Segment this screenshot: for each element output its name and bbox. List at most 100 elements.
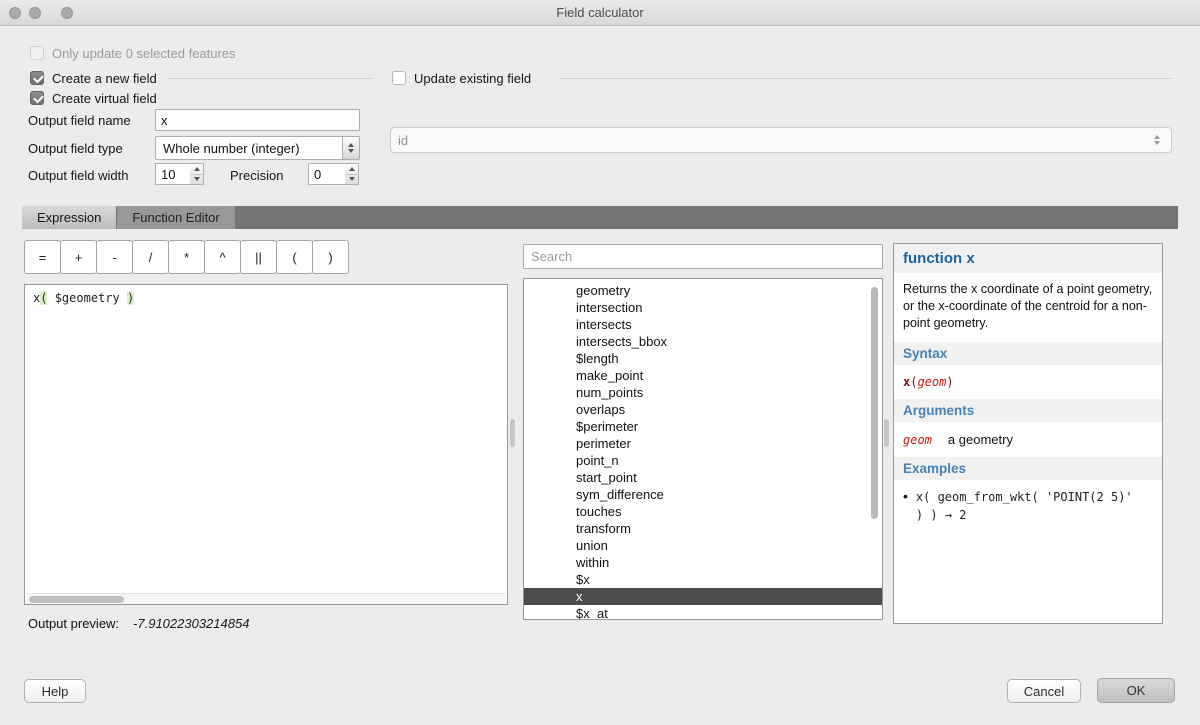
operator-button[interactable]: (	[276, 240, 313, 274]
precision-label: Precision	[230, 168, 283, 183]
function-list-item[interactable]: $x_at	[524, 605, 882, 620]
function-list-item[interactable]: sym_difference	[524, 486, 882, 503]
examples-section: x( geom_from_wkt( 'POINT(2 5)' ) ) → 2	[894, 480, 1162, 533]
function-list[interactable]: geometryintersectionintersectsintersects…	[523, 278, 883, 620]
update-existing-field-label: Update existing field	[414, 71, 531, 86]
function-list-item[interactable]: $length	[524, 350, 882, 367]
example-item: x( geom_from_wkt( 'POINT(2 5)' ) ) → 2	[903, 488, 1153, 525]
tab-function-editor[interactable]: Function Editor	[117, 206, 234, 229]
operator-button[interactable]: -	[96, 240, 133, 274]
output-field-name-label: Output field name	[28, 113, 131, 128]
function-list-item[interactable]: intersects	[524, 316, 882, 333]
operator-button[interactable]: =	[24, 240, 61, 274]
operator-button[interactable]: /	[132, 240, 169, 274]
combo-stepper-icon	[342, 137, 359, 159]
operator-button[interactable]: *	[168, 240, 205, 274]
help-description: Returns the x coordinate of a point geom…	[894, 273, 1162, 342]
precision-input[interactable]	[308, 163, 346, 185]
function-list-item[interactable]: make_point	[524, 367, 882, 384]
minimize-window-icon[interactable]	[29, 7, 41, 19]
close-paren-token: )	[127, 291, 134, 305]
horizontal-scrollbar-thumb[interactable]	[29, 596, 124, 603]
output-field-width-stepper[interactable]	[190, 163, 204, 185]
tab-bar: Expression Function Editor	[22, 206, 1178, 229]
function-list-item[interactable]: $x	[524, 571, 882, 588]
function-list-item[interactable]: x	[524, 588, 882, 605]
arguments-heading: Arguments	[894, 399, 1162, 422]
create-new-field-label: Create a new field	[52, 71, 157, 86]
left-splitter-handle[interactable]	[510, 419, 515, 447]
function-list-item[interactable]: intersects_bbox	[524, 333, 882, 350]
output-field-type-label: Output field type	[28, 141, 123, 156]
existing-field-value: id	[391, 133, 1147, 148]
output-field-width-input[interactable]	[155, 163, 191, 185]
expression-argument-token: $geometry	[47, 291, 126, 305]
function-list-item[interactable]: $perimeter	[524, 418, 882, 435]
update-existing-field-divider	[560, 78, 1172, 79]
expression-code: x( $geometry )	[25, 285, 507, 311]
function-list-item[interactable]: within	[524, 554, 882, 571]
output-preview-value: -7.91022303214854	[133, 616, 249, 631]
create-virtual-field-checkbox[interactable]	[30, 91, 44, 105]
function-list-item[interactable]: touches	[524, 503, 882, 520]
vertical-scrollbar-thumb[interactable]	[871, 287, 878, 519]
function-list-item[interactable]: geometry	[524, 282, 882, 299]
stepper-up-icon[interactable]	[190, 164, 203, 175]
examples-heading: Examples	[894, 457, 1162, 480]
tab-expression[interactable]: Expression	[22, 206, 116, 229]
syntax-close-paren: )	[946, 375, 953, 389]
output-field-type-select[interactable]: Whole number (integer)	[155, 136, 360, 160]
syntax-heading: Syntax	[894, 342, 1162, 365]
operator-button[interactable]: +	[60, 240, 97, 274]
function-list-item[interactable]: union	[524, 537, 882, 554]
output-preview-row: Output preview: -7.91022303214854	[28, 616, 249, 631]
help-button[interactable]: Help	[24, 679, 86, 703]
close-window-icon[interactable]	[9, 7, 21, 19]
syntax-argument: geom	[917, 375, 946, 389]
help-title: function x	[894, 244, 1162, 273]
bullet-icon	[903, 488, 908, 525]
function-list-item[interactable]: transform	[524, 520, 882, 537]
argument-description: a geometry	[948, 432, 1013, 447]
create-new-field-checkbox[interactable]	[30, 71, 44, 85]
horizontal-scrollbar[interactable]	[26, 593, 506, 604]
existing-field-select[interactable]: id	[390, 127, 1172, 153]
function-search-box	[523, 244, 883, 269]
expression-editor[interactable]: x( $geometry )	[24, 284, 508, 605]
function-list-item[interactable]: point_n	[524, 452, 882, 469]
cancel-button[interactable]: Cancel	[1007, 679, 1081, 703]
stepper-down-icon[interactable]	[345, 175, 358, 185]
window-title: Field calculator	[0, 0, 1200, 25]
output-field-type-value: Whole number (integer)	[156, 141, 342, 156]
precision-stepper[interactable]	[345, 163, 359, 185]
operator-button[interactable]: ^	[204, 240, 241, 274]
field-calculator-dialog: Field calculator Only update 0 selected …	[0, 0, 1200, 725]
function-search-input[interactable]	[524, 245, 882, 268]
select-chevrons-icon	[1147, 135, 1167, 145]
only-update-selected-label: Only update 0 selected features	[52, 46, 236, 61]
create-new-field-divider	[168, 78, 373, 79]
only-update-selected-checkbox[interactable]	[30, 46, 44, 60]
operator-button[interactable]: )	[312, 240, 349, 274]
operator-button[interactable]: ||	[240, 240, 277, 274]
function-list-item[interactable]: intersection	[524, 299, 882, 316]
stepper-up-icon[interactable]	[345, 164, 358, 175]
function-list-item[interactable]: start_point	[524, 469, 882, 486]
output-preview-label: Output preview:	[28, 616, 119, 631]
function-list-item[interactable]: num_points	[524, 384, 882, 401]
title-bar: Field calculator	[0, 0, 1200, 26]
output-field-name-input[interactable]	[155, 109, 360, 131]
zoom-window-icon[interactable]	[61, 7, 73, 19]
stepper-down-icon[interactable]	[190, 175, 203, 185]
window-controls	[9, 7, 73, 19]
function-list-item[interactable]: overlaps	[524, 401, 882, 418]
create-virtual-field-label: Create virtual field	[52, 91, 157, 106]
right-splitter-handle[interactable]	[884, 419, 889, 447]
argument-name: geom	[903, 433, 932, 447]
update-existing-field-checkbox[interactable]	[392, 71, 406, 85]
function-help-panel: function x Returns the x coordinate of a…	[893, 243, 1163, 624]
function-list-item[interactable]: perimeter	[524, 435, 882, 452]
output-field-width-label: Output field width	[28, 168, 128, 183]
ok-button[interactable]: OK	[1097, 678, 1175, 703]
operator-row: =+-/*^||()	[24, 240, 349, 274]
